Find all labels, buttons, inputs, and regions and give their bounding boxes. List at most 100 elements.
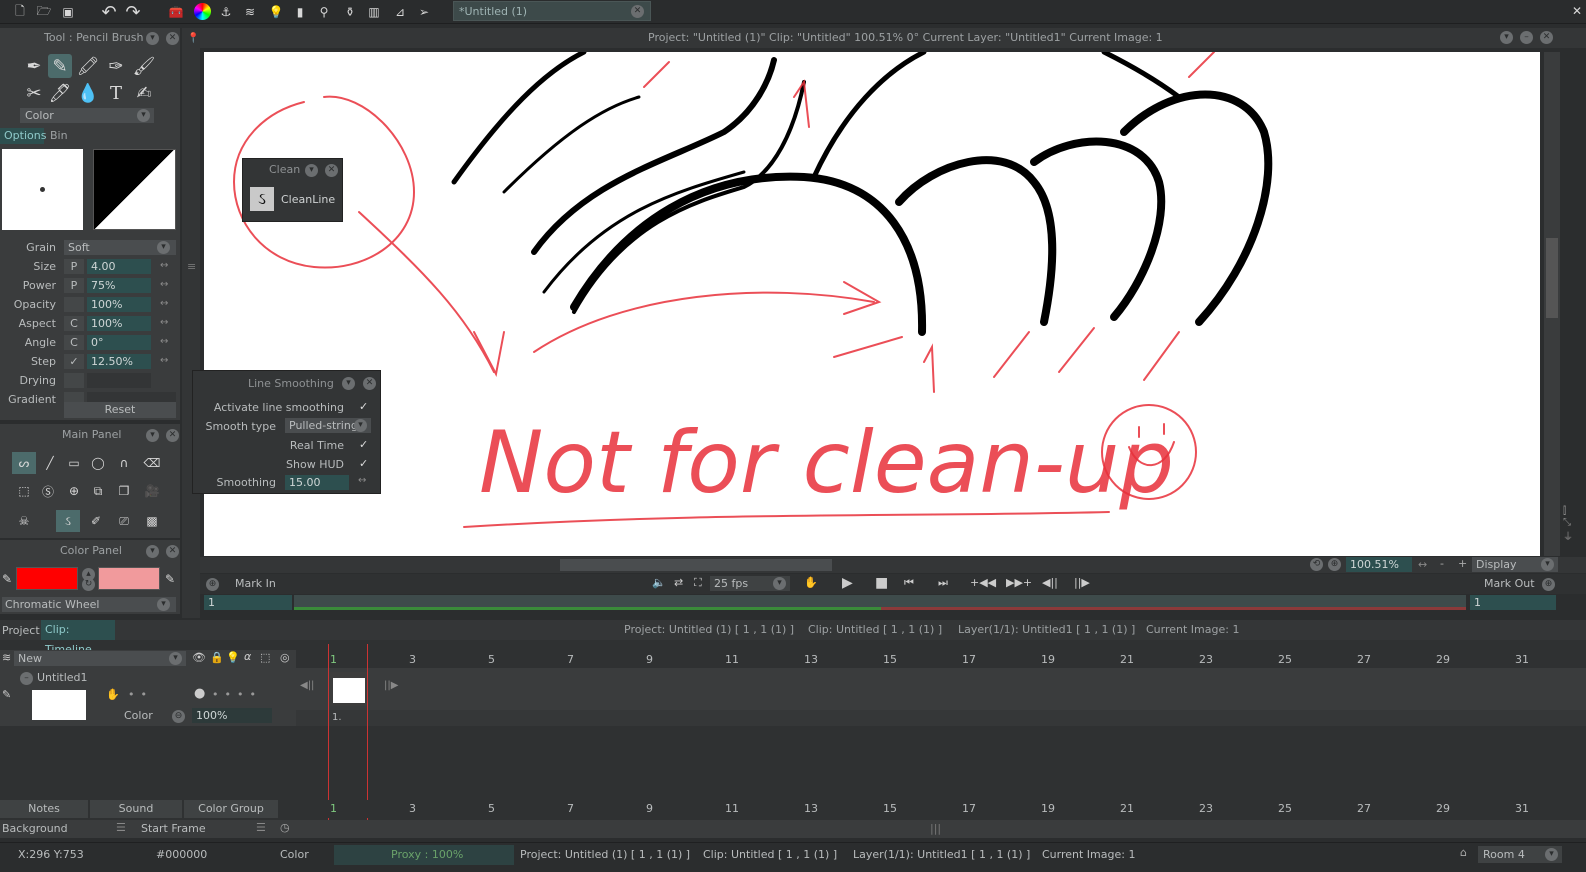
layer-color-icon[interactable]: ⊖ (172, 710, 185, 723)
zoom-field[interactable]: 100.51% (1346, 557, 1412, 572)
panel-splitter[interactable]: 📍 ≡ (182, 28, 200, 618)
timeline-track[interactable]: ◀|| ||▶ (296, 668, 1586, 710)
canvas-horizontal-scrollbar[interactable] (560, 559, 832, 571)
drawing-canvas[interactable]: Not for clean-up (204, 52, 1540, 556)
chart-icon[interactable]: ⊿ (390, 2, 410, 22)
stepper-icon[interactable]: ↔ (160, 279, 168, 290)
library-icon[interactable]: ▥ (364, 2, 384, 22)
paper-tool-icon[interactable]: ⎚ (112, 510, 136, 532)
ellipse-tool-icon[interactable]: ◯ (86, 452, 110, 474)
param-field[interactable]: 12.50% (87, 354, 151, 369)
layer-row[interactable]: – Untitled1 ✎ ✋ •• ● •••• Color ⊖ 100% (0, 668, 296, 726)
anchor-icon[interactable]: ⚓ (216, 2, 236, 22)
param-flag[interactable]: ✓ (64, 354, 84, 369)
timeline-bottom-ruler[interactable]: 1 3 5 7 9 11 13 15 17 19 21 23 25 27 29 31 (296, 800, 1586, 818)
resize-icon[interactable]: ⤡ (1563, 517, 1583, 528)
draw-layer-icon[interactable]: ✎ (2, 688, 11, 701)
layer-visibility-dot[interactable]: ● (194, 686, 205, 701)
color-wheel-icon[interactable] (194, 3, 211, 20)
stepper-icon[interactable]: ↔ (160, 317, 168, 328)
redo-icon[interactable]: ↷ (122, 1, 144, 23)
rotate-view-icon[interactable]: ⟲ (1310, 558, 1323, 571)
activate-smoothing-checkbox[interactable]: ✓ (359, 400, 368, 413)
lasso-icon[interactable]: Ⓢ (36, 480, 60, 502)
timeline-ruler[interactable]: 1 3 5 7 9 11 13 15 17 19 21 23 25 27 29 31 (296, 650, 1586, 668)
eraser-tool-icon[interactable]: ⌫ (140, 452, 164, 474)
camera-icon[interactable]: 🎥 (140, 480, 164, 502)
marquee-icon[interactable]: ⬚ (12, 480, 36, 502)
fill-tool-icon[interactable]: ✐ (84, 510, 108, 532)
new-file-icon[interactable]: 🗋 (10, 2, 30, 22)
home-icon[interactable]: ⌂ (1460, 846, 1467, 859)
reset-view-icon[interactable]: ⏚ (1563, 528, 1583, 543)
lock-icon[interactable]: 🔒 (210, 651, 224, 664)
canvas-vertical-scrollbar[interactable] (1544, 52, 1560, 556)
smoothing-stepper-icon[interactable]: ↔ (358, 475, 366, 486)
current-frame-marker[interactable] (328, 644, 368, 820)
stepper-icon[interactable]: ↔ (160, 298, 168, 309)
out-frame-field[interactable]: 1 (1470, 595, 1556, 610)
param-flag[interactable] (64, 297, 84, 312)
stepper-icon[interactable]: ↔ (160, 336, 168, 347)
first-frame-icon[interactable]: ⏮ (904, 576, 914, 590)
collapse-icon[interactable]: – (20, 672, 33, 685)
panel-menu-icon[interactable]: ▾ (146, 545, 159, 558)
stepper-icon[interactable]: ↔ (160, 260, 168, 271)
chevron-down-icon[interactable]: ▾ (1500, 31, 1513, 44)
light-table-icon[interactable]: 💡 (226, 651, 240, 664)
sound-button[interactable]: Sound (90, 800, 182, 818)
panel-menu-icon[interactable]: ▾ (342, 377, 355, 390)
cleanline-label[interactable]: CleanLine (281, 193, 335, 206)
secondary-color-swatch[interactable] (98, 567, 160, 590)
battery-icon[interactable]: ▮ (290, 2, 310, 22)
layer-name[interactable]: Untitled1 (37, 671, 88, 684)
panel-close-icon[interactable]: ✕ (325, 164, 338, 177)
splitter-grip-icon[interactable]: ≡ (187, 260, 196, 273)
pressure-curve-preview[interactable] (93, 149, 176, 230)
param-flag[interactable]: C (64, 316, 84, 331)
mesh-tool-icon[interactable]: ▩ (140, 510, 164, 532)
next-frame-icon[interactable]: ||▶ (1074, 576, 1090, 589)
panel-close-icon[interactable]: ✕ (166, 429, 179, 442)
mark-out-icon[interactable]: ⊕ (1542, 578, 1555, 591)
grain-select[interactable]: Soft ▾ (64, 240, 176, 255)
freehand-select-icon[interactable]: ᔕ (12, 452, 36, 474)
tab-options[interactable]: Options (0, 128, 46, 144)
zoom-stepper-icon[interactable]: ↔ (1418, 558, 1427, 571)
fps-select[interactable]: 25 fps ▾ (710, 576, 790, 591)
sound-icon[interactable]: 🔈 (652, 576, 666, 589)
move-icon[interactable]: ⊕ (62, 480, 86, 502)
pin-icon[interactable]: 📍 (187, 33, 199, 44)
color-group-button[interactable]: Color Group (184, 800, 278, 818)
toolbox-icon[interactable]: 🧰 (166, 2, 186, 22)
reset-button[interactable]: Reset (64, 402, 176, 418)
notes-button[interactable]: Notes (0, 800, 88, 818)
paint-tool-icon[interactable]: 🖊 (48, 81, 72, 105)
layer-thumbnail[interactable] (32, 690, 86, 720)
minimize-icon[interactable]: – (1520, 31, 1533, 44)
light-icon[interactable]: 💡 (266, 2, 286, 22)
water-drop-icon[interactable]: 💧 (76, 81, 100, 105)
fit-icon[interactable]: ⫿ (1563, 506, 1583, 517)
param-field[interactable]: 75% (87, 278, 151, 293)
document-tab[interactable]: *Untitled (1) ✕ (453, 1, 651, 21)
cleanline-icon[interactable]: ઽ (250, 187, 274, 211)
layers-icon[interactable]: ≋ (240, 2, 260, 22)
prev-key-icon[interactable]: +◀◀ (970, 576, 996, 589)
smoothing-field[interactable]: 15.00 (285, 475, 349, 490)
track-end-icon[interactable]: ||▶ (384, 680, 398, 691)
center-view-icon[interactable]: ⊕ (1328, 558, 1341, 571)
close-tab-icon[interactable]: ✕ (631, 5, 644, 18)
mark-in-icon[interactable]: ⊕ (206, 578, 219, 591)
play-icon[interactable]: ▶ (842, 575, 853, 591)
stop-icon[interactable]: ■ (875, 575, 888, 591)
layers-stack-icon[interactable]: ≋ (2, 651, 11, 664)
param-flag[interactable]: C (64, 335, 84, 350)
loop-icon[interactable]: ⇄ (674, 576, 683, 589)
save-icon[interactable]: ▣ (58, 2, 78, 22)
rectangle-tool-icon[interactable]: ▭ (62, 452, 86, 474)
window-close-icon[interactable]: ✕ (1568, 2, 1586, 20)
tab-bin[interactable]: Bin (46, 128, 72, 144)
panel-close-icon[interactable]: ✕ (166, 32, 179, 45)
visibility-icon[interactable]: 👁 (192, 651, 206, 664)
